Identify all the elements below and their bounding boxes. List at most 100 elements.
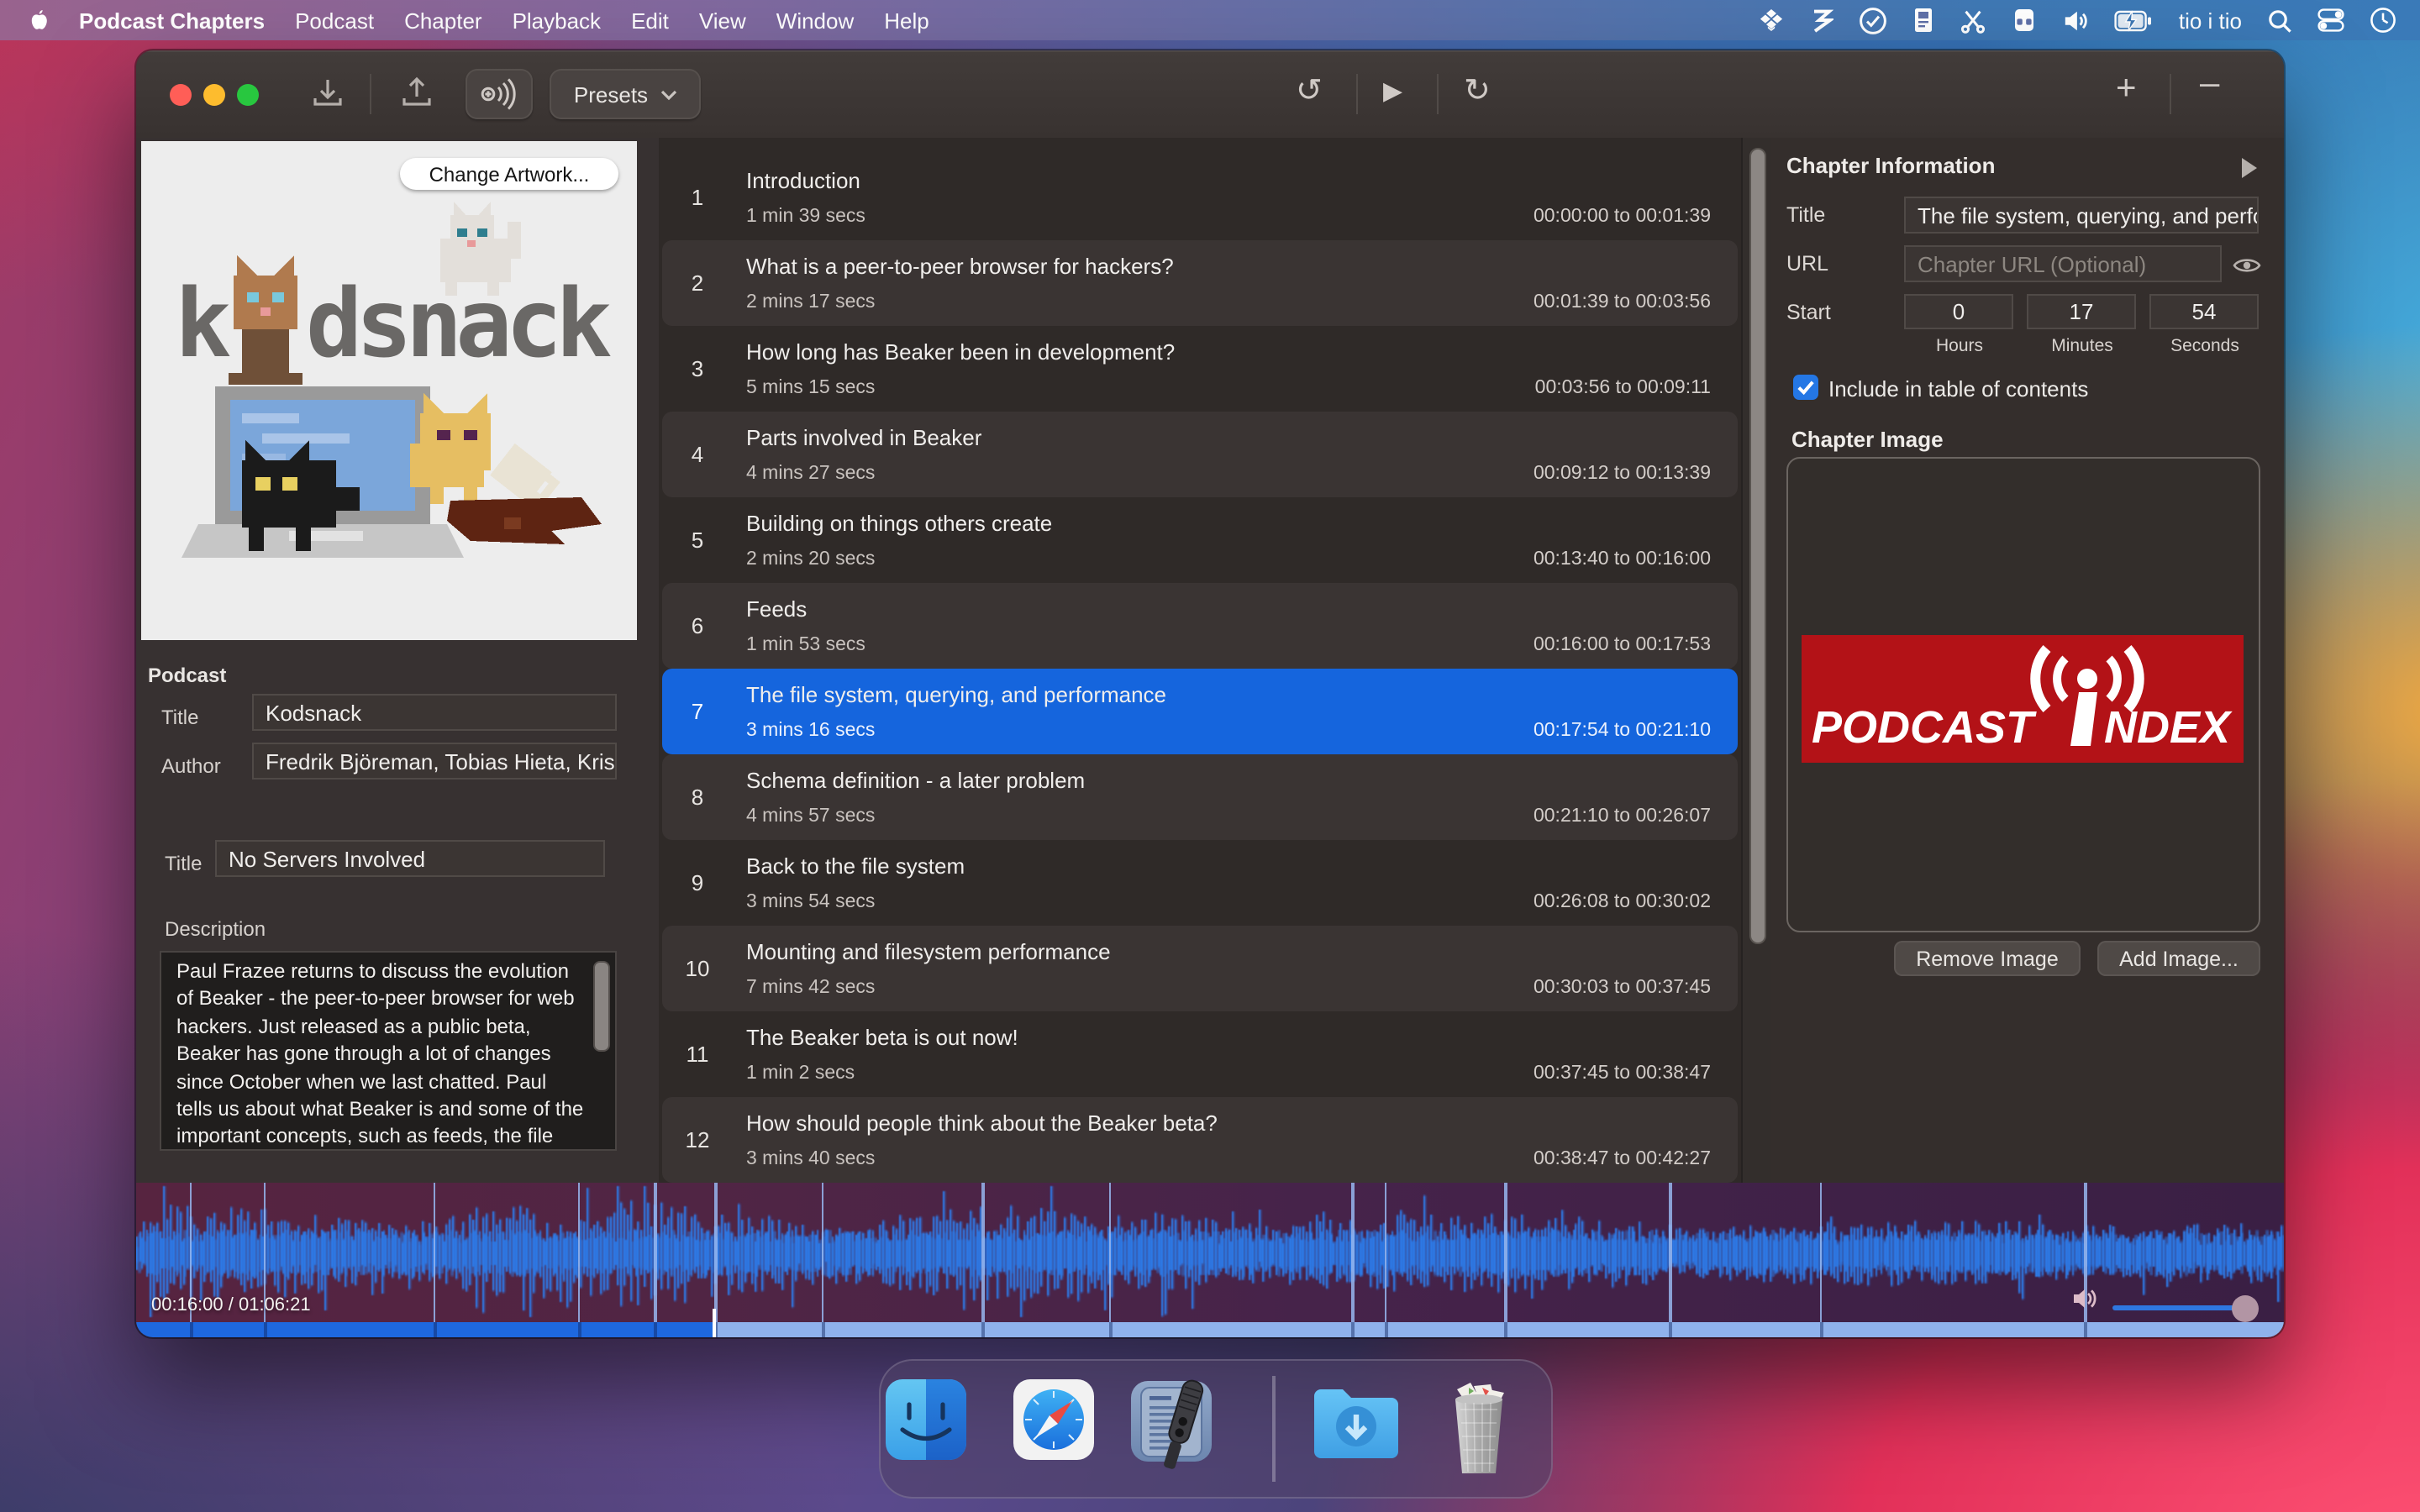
chapter-row[interactable]: 12 How should people think about the Beak… (662, 1097, 1738, 1183)
playhead[interactable] (713, 1309, 717, 1337)
menu-window[interactable]: Window (776, 8, 855, 33)
menu-playback[interactable]: Playback (513, 8, 602, 33)
chapter-row[interactable]: 1 Introduction 1 min 39 secs 00:00:00 to 00… (662, 155, 1738, 240)
chapter-marker[interactable] (1669, 1183, 1672, 1324)
chapter-row[interactable]: 2 What is a peer-to-peer browser for hack… (662, 240, 1738, 326)
broadcast-button[interactable] (466, 69, 533, 119)
chapter-marker[interactable] (714, 1183, 718, 1324)
chapter-marker[interactable] (433, 1183, 436, 1324)
chapter-time-range: 00:16:00 to 00:17:53 (1533, 635, 1711, 655)
chapter-row[interactable]: 8 Schema definition - a later problem 4 mi… (662, 754, 1738, 840)
progress-strip[interactable] (136, 1322, 2284, 1337)
dropbox-icon[interactable] (1759, 8, 1786, 33)
list-scrollbar-thumb[interactable] (1749, 148, 1766, 944)
rewind-button[interactable]: ↺ (1296, 72, 1323, 113)
speaker-icon[interactable] (2063, 8, 2090, 33)
chapter-title-field[interactable]: The file system, querying, and performan… (1904, 197, 2259, 234)
chapter-marker[interactable] (1819, 1183, 1823, 1324)
chapter-marker[interactable] (577, 1183, 581, 1324)
waveform-canvas[interactable] (136, 1183, 2284, 1324)
chapter-row[interactable]: 7 The file system, querying, and performa… (662, 669, 1738, 754)
menu-chapter[interactable]: Chapter (404, 8, 482, 33)
chapter-title: Parts involved in Beaker (746, 425, 982, 450)
podcast-section-label: Podcast (148, 664, 227, 687)
menu-help[interactable]: Help (884, 8, 929, 33)
svg-text:k: k (175, 270, 231, 379)
chapter-duration: 2 mins 17 secs (746, 292, 876, 312)
finder-icon[interactable] (886, 1379, 966, 1475)
chapter-url-field[interactable]: Chapter URL (Optional) (1904, 245, 2222, 282)
chapter-marker[interactable] (1384, 1183, 1387, 1324)
close-button[interactable] (170, 84, 192, 106)
menu-edit[interactable]: Edit (631, 8, 669, 33)
chapter-marker[interactable] (821, 1183, 824, 1324)
volume-slider[interactable] (2112, 1305, 2247, 1310)
description-scrollbar[interactable] (593, 961, 610, 1052)
remove-chapter-button[interactable]: – (2200, 64, 2219, 104)
chapter-marker[interactable] (654, 1183, 657, 1324)
change-artwork-button[interactable]: Change Artwork... (400, 158, 618, 190)
add-image-button[interactable]: Add Image... (2097, 941, 2260, 976)
chapter-row[interactable]: 6 Feeds 1 min 53 secs 00:16:00 to 00:17:53 (662, 583, 1738, 669)
eye-icon[interactable] (2232, 254, 2262, 284)
zigzag-icon[interactable] (1811, 8, 1834, 33)
chevron-down-icon (660, 89, 676, 100)
minimize-button[interactable] (203, 84, 225, 106)
import-icon[interactable] (309, 76, 346, 121)
chapter-row[interactable]: 5 Building on things others create 2 mins … (662, 497, 1738, 583)
chapter-duration: 4 mins 57 secs (746, 806, 876, 827)
description-field[interactable]: Paul Frazee returns to discuss the evolu… (160, 951, 617, 1151)
strip-notch (821, 1322, 825, 1337)
zoom-button[interactable] (237, 84, 259, 106)
status-text[interactable]: tio i tio (2179, 8, 2242, 33)
remove-image-button[interactable]: Remove Image (1894, 941, 2081, 976)
menu-app-name[interactable]: Podcast Chapters (79, 8, 265, 33)
menu-view[interactable]: View (699, 8, 746, 33)
scissors-icon[interactable] (1960, 8, 1987, 33)
forward-button[interactable]: ↻ (1464, 72, 1491, 113)
start-hours-field[interactable]: 0 (1904, 294, 2013, 329)
strip-notch (189, 1322, 193, 1337)
chapter-marker[interactable] (1108, 1183, 1112, 1324)
chapter-image-well[interactable]: PODCAST NDEX (1786, 457, 2260, 932)
episode-title-field[interactable]: No Servers Involved (215, 840, 605, 877)
export-icon[interactable] (398, 76, 435, 121)
check-circle-icon[interactable] (1860, 6, 1888, 34)
podcast-author-field[interactable]: Fredrik Björeman, Tobias Hieta, Kris (252, 743, 617, 780)
chapter-marker[interactable] (1504, 1183, 1507, 1324)
add-chapter-button[interactable]: + (2116, 69, 2137, 109)
podcast-title-field[interactable]: Kodsnack (252, 694, 617, 731)
control-center-icon[interactable] (2317, 8, 2344, 32)
spotlight-icon[interactable] (2267, 8, 2292, 33)
play-chapter-icon[interactable] (2242, 158, 2257, 178)
battery-charging-icon[interactable] (2115, 9, 2154, 31)
clipboard-icon[interactable] (1913, 7, 1935, 34)
trash-icon[interactable] (1440, 1379, 1518, 1475)
chapter-marker[interactable] (981, 1183, 985, 1324)
chapter-marker[interactable] (1351, 1183, 1355, 1324)
volume-knob[interactable] (2232, 1295, 2259, 1322)
list-scrollbar-track (1741, 138, 1771, 1183)
waveform-bar[interactable]: 00:16:00 / 01:06:21 (136, 1183, 2284, 1337)
chapter-duration: 3 mins 16 secs (746, 721, 876, 741)
start-minutes-field[interactable]: 17 (2027, 294, 2136, 329)
chapter-row[interactable]: 10 Mounting and filesystem performance 7 m… (662, 926, 1738, 1011)
clock-icon[interactable] (2370, 7, 2396, 34)
svg-text:NDEX: NDEX (2104, 702, 2233, 753)
chapter-number: 7 (691, 699, 704, 724)
podcast-chapters-app-icon[interactable] (1129, 1379, 1220, 1475)
downloads-folder-icon[interactable] (1309, 1379, 1403, 1475)
toolbar-divider (1437, 74, 1439, 114)
mask-icon[interactable] (2012, 8, 2038, 33)
apple-menu-icon[interactable] (24, 7, 49, 34)
safari-icon[interactable] (1013, 1379, 1094, 1475)
presets-dropdown[interactable]: Presets (550, 69, 701, 119)
toc-checkbox[interactable] (1793, 375, 1818, 400)
chapter-row[interactable]: 9 Back to the file system 3 mins 54 secs 00… (662, 840, 1738, 926)
chapter-row[interactable]: 11 The Beaker beta is out now! 1 min 2 sec… (662, 1011, 1738, 1097)
chapter-row[interactable]: 4 Parts involved in Beaker 4 mins 27 secs 0… (662, 412, 1738, 497)
play-button[interactable]: ▶ (1383, 72, 1402, 113)
chapter-row[interactable]: 3 How long has Beaker been in development… (662, 326, 1738, 412)
start-seconds-field[interactable]: 54 (2149, 294, 2259, 329)
menu-podcast[interactable]: Podcast (295, 8, 374, 33)
